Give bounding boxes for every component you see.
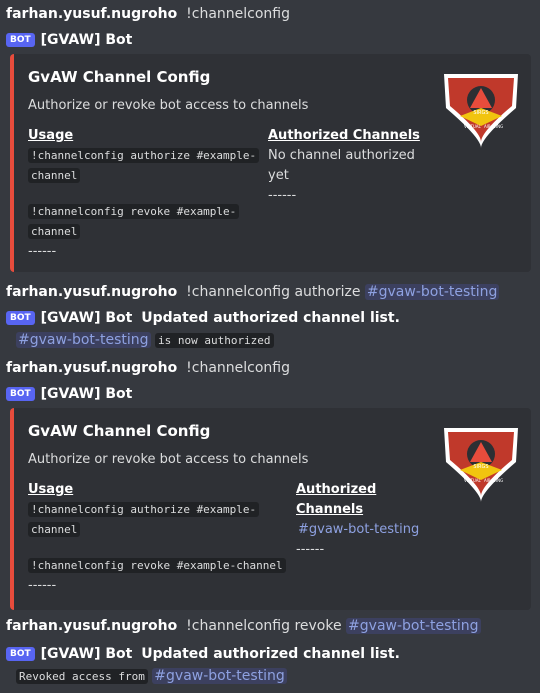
message-1: farhan.yusuf.nugroho !channelconfig bbox=[6, 4, 290, 24]
embed-channel-config-1: GvAW Channel Config Authorize or revoke … bbox=[10, 54, 531, 272]
svg-text:SIRGS: SIRGS bbox=[473, 464, 488, 470]
message-text: !channelconfig revoke bbox=[186, 618, 342, 634]
username[interactable]: farhan.yusuf.nugroho bbox=[6, 618, 177, 634]
embed-title: GvAW Channel Config bbox=[28, 422, 211, 440]
usage-code-revoke: !channelconfig revoke #example-channel bbox=[28, 558, 286, 573]
bot-badge: BOT bbox=[6, 647, 35, 661]
usage-field: Usage !channelconfig authorize #example-… bbox=[28, 126, 263, 262]
authorized-notice: is now authorized bbox=[154, 333, 274, 348]
message-4: farhan.yusuf.nugroho !channelconfig revo… bbox=[6, 616, 481, 636]
bot-message-2: BOT [GVAW] Bot Updated authorized channel… bbox=[6, 308, 400, 328]
bot-message-1-header: BOT [GVAW] Bot bbox=[6, 30, 132, 50]
username[interactable]: farhan.yusuf.nugroho bbox=[6, 6, 177, 22]
bot-name[interactable]: [GVAW] Bot bbox=[41, 32, 133, 48]
usage-code-revoke: !channelconfig revoke #example- bbox=[28, 204, 240, 219]
bot-message-2-line2: #gvaw-bot-testing is now authorized bbox=[16, 330, 274, 351]
bot-badge: BOT bbox=[6, 387, 35, 401]
bot-message-4: BOT [GVAW] Bot Updated authorized channel… bbox=[6, 644, 400, 664]
message-2: farhan.yusuf.nugroho !channelconfig auth… bbox=[6, 282, 500, 302]
usage-code-authorize: !channelconfig authorize #example- bbox=[28, 502, 260, 517]
usage-separator: ------ bbox=[28, 244, 57, 259]
usage-separator: ------ bbox=[28, 578, 57, 593]
message-3: farhan.yusuf.nugroho !channelconfig bbox=[6, 358, 290, 378]
authorized-field: Authorized Channels #gvaw-bot-testing --… bbox=[296, 480, 436, 560]
authorized-label: Authorized Channels bbox=[296, 482, 377, 517]
svg-text:VIRTUAL: VIRTUAL bbox=[464, 478, 482, 483]
bot-name[interactable]: [GVAW] Bot bbox=[41, 386, 133, 402]
usage-code-authorize-cont: channel bbox=[28, 522, 81, 537]
message-text: !channelconfig authorize bbox=[186, 284, 361, 300]
usage-code-authorize-cont: channel bbox=[28, 168, 81, 183]
embed-description: Authorize or revoke bot access to channe… bbox=[28, 452, 309, 467]
bot-badge: BOT bbox=[6, 33, 35, 47]
authorized-value: No channel authorized yet bbox=[268, 148, 415, 183]
embed-title: GvAW Channel Config bbox=[28, 68, 211, 86]
authorized-label: Authorized Channels bbox=[268, 128, 420, 143]
svg-text:VIRTUAL: VIRTUAL bbox=[464, 124, 482, 129]
channel-mention[interactable]: #gvaw-bot-testing bbox=[152, 668, 287, 684]
usage-field: Usage !channelconfig authorize #example-… bbox=[28, 480, 298, 596]
bot-message-3-header: BOT [GVAW] Bot bbox=[6, 384, 132, 404]
usage-code-authorize: !channelconfig authorize #example- bbox=[28, 148, 260, 163]
gvaw-logo-icon[interactable]: SIRGS VIRTUAL AIR WING bbox=[440, 68, 522, 150]
channel-mention[interactable]: #gvaw-bot-testing bbox=[16, 332, 151, 348]
svg-text:AIR WING: AIR WING bbox=[484, 124, 503, 129]
username[interactable]: farhan.yusuf.nugroho bbox=[6, 284, 177, 300]
embed-description: Authorize or revoke bot access to channe… bbox=[28, 98, 309, 113]
bot-message-text: Updated authorized channel list. bbox=[141, 646, 400, 662]
gvaw-logo-icon[interactable]: SIRGS VIRTUAL AIR WING bbox=[440, 422, 522, 504]
authorized-field: Authorized Channels No channel authorize… bbox=[268, 126, 438, 206]
svg-text:SIRGS: SIRGS bbox=[473, 110, 488, 116]
bot-name[interactable]: [GVAW] Bot bbox=[41, 310, 133, 326]
channel-mention[interactable]: #gvaw-bot-testing bbox=[346, 618, 481, 634]
bot-badge: BOT bbox=[6, 311, 35, 325]
message-text: !channelconfig bbox=[186, 360, 291, 376]
svg-text:AIR WING: AIR WING bbox=[484, 478, 503, 483]
authorized-separator: ------ bbox=[296, 542, 325, 557]
usage-code-revoke-cont: channel bbox=[28, 224, 81, 239]
bot-message-4-line2: Revoked access from #gvaw-bot-testing bbox=[16, 666, 287, 687]
usage-label: Usage bbox=[28, 128, 74, 143]
revoked-notice: Revoked access from bbox=[16, 669, 148, 684]
authorized-channel-mention[interactable]: #gvaw-bot-testing bbox=[296, 522, 421, 537]
message-text: !channelconfig bbox=[186, 6, 291, 22]
bot-name[interactable]: [GVAW] Bot bbox=[41, 646, 133, 662]
embed-channel-config-2: GvAW Channel Config Authorize or revoke … bbox=[10, 408, 531, 610]
username[interactable]: farhan.yusuf.nugroho bbox=[6, 360, 177, 376]
channel-mention[interactable]: #gvaw-bot-testing bbox=[364, 284, 500, 300]
bot-message-text: Updated authorized channel list. bbox=[141, 310, 400, 326]
usage-label: Usage bbox=[28, 482, 74, 497]
authorized-separator: ------ bbox=[268, 188, 297, 203]
